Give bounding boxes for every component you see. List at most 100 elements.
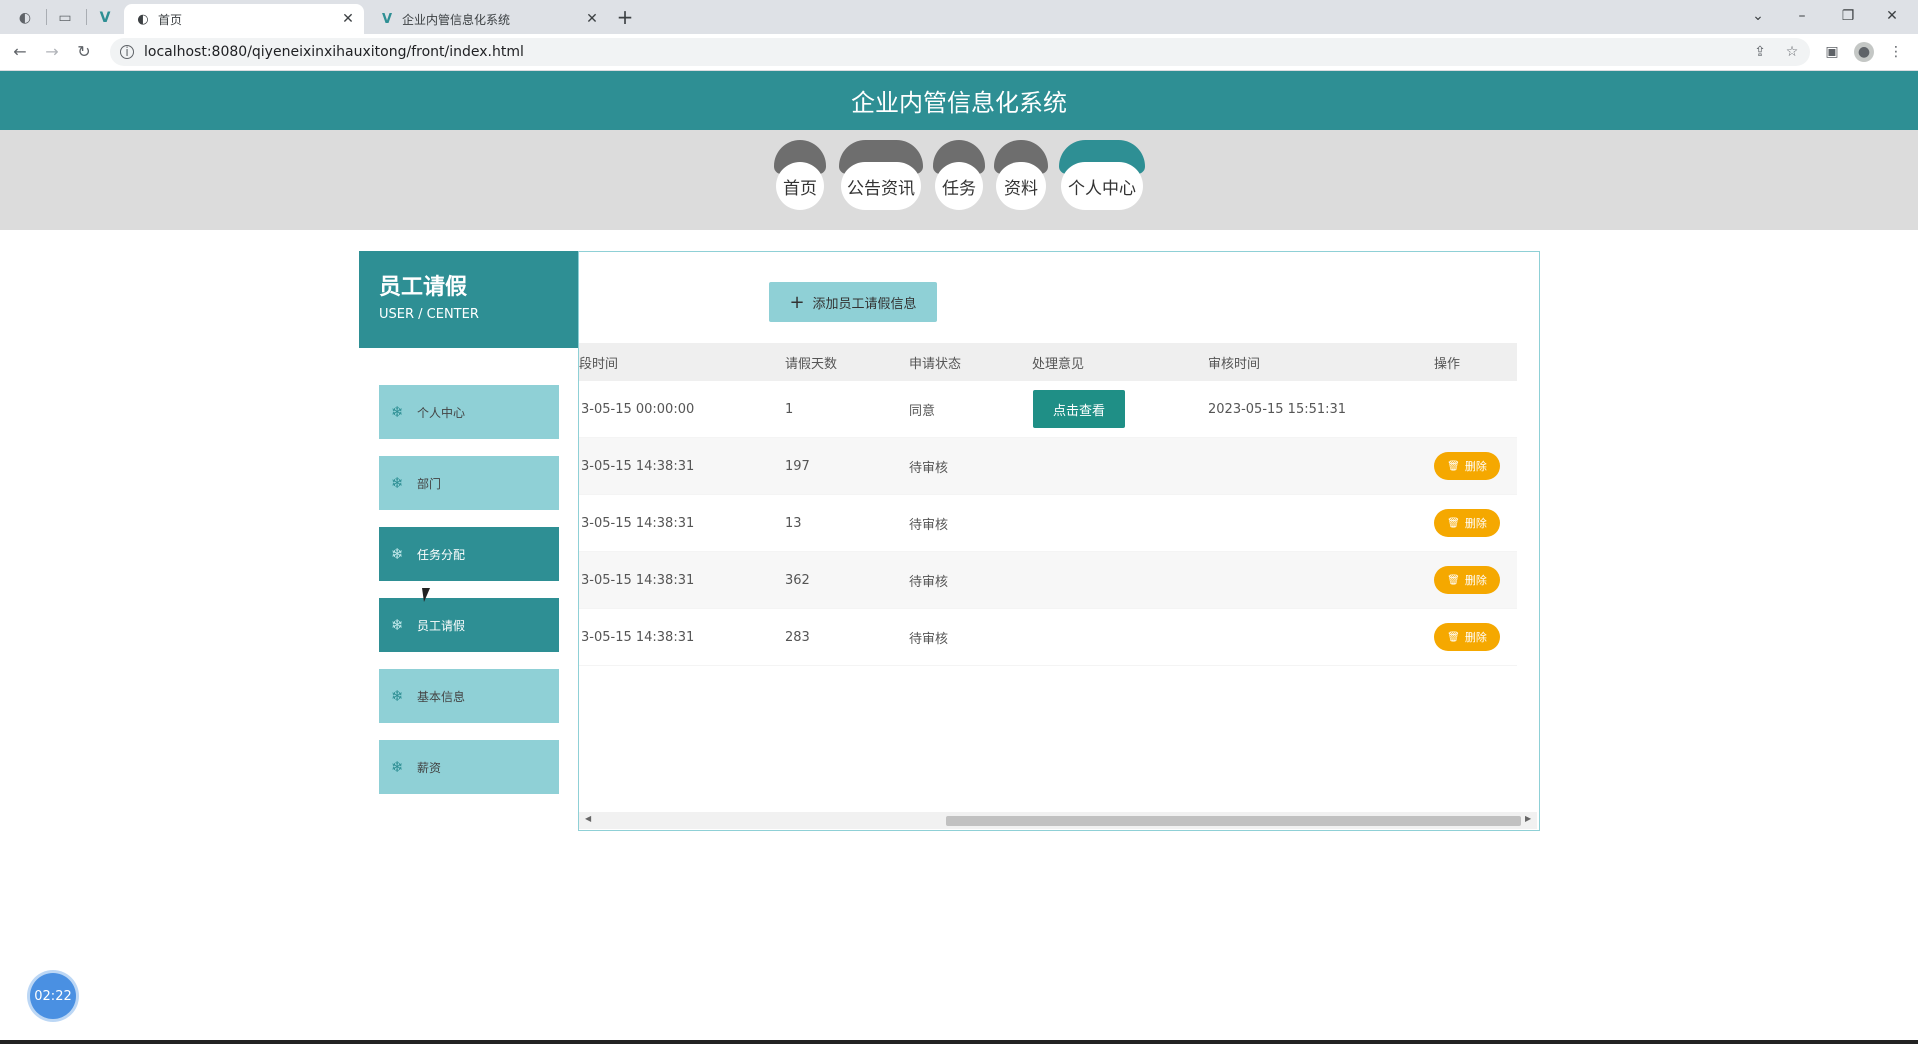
plus-icon: + xyxy=(789,291,805,313)
leave-panel: + 添加员工请假信息 段时间 请假天数 申请状态 处理意见 审核时间 操作 3-… xyxy=(578,251,1540,831)
site-title: 企业内管信息化系统 xyxy=(851,89,1067,117)
cell-days: 13 xyxy=(785,515,802,531)
trash-icon: 🗑 xyxy=(1447,631,1460,643)
nav-item-home[interactable]: 首页 xyxy=(774,140,826,210)
globe-icon: ◐ xyxy=(137,11,149,27)
sidebar-item-task-assignment[interactable]: ❄ 任务分配 xyxy=(379,527,559,581)
table-row: 3-05-15 14:38:31 362 待审核 🗑 删除 xyxy=(579,552,1517,609)
address-bar[interactable]: i localhost:8080/qiyeneixinxihauxitong/f… xyxy=(110,38,1810,66)
delete-button-label: 删除 xyxy=(1464,517,1487,530)
cell-days: 283 xyxy=(785,629,810,645)
new-tab-icon[interactable]: + xyxy=(612,5,638,31)
profile-avatar-icon[interactable]: ● xyxy=(1854,42,1874,62)
tab-search-chevron-icon[interactable]: ⌄ xyxy=(1736,2,1780,30)
cell-time: 3-05-15 14:38:31 xyxy=(581,629,695,645)
restore-icon[interactable]: ❐ xyxy=(1826,2,1870,30)
add-leave-button[interactable]: + 添加员工请假信息 xyxy=(769,282,937,322)
cell-days: 1 xyxy=(785,401,794,417)
cell-status: 待审核 xyxy=(909,574,949,590)
trash-icon: 🗑 xyxy=(1447,460,1460,472)
close-tab-icon[interactable]: ✕ xyxy=(338,11,358,27)
scroll-right-arrow-icon[interactable]: ▶ xyxy=(1525,814,1531,823)
menu-kebab-icon[interactable]: ⋮ xyxy=(1886,42,1906,62)
delete-button[interactable]: 🗑 删除 xyxy=(1434,452,1500,480)
recording-timer: 02:22 xyxy=(30,973,76,1019)
trash-icon: 🗑 xyxy=(1447,574,1460,586)
vue-icon: V xyxy=(381,11,393,27)
sidebar-item-salary[interactable]: ❄ 薪资 xyxy=(379,740,559,794)
sidebar-item-basic-info[interactable]: ❄ 基本信息 xyxy=(379,669,559,723)
cell-action: 🗑 删除 xyxy=(1434,609,1500,665)
sidebar-subtitle: USER / CENTER xyxy=(379,307,479,322)
cell-opinion: 点击查看 xyxy=(1033,381,1125,437)
trash-icon: 🗑 xyxy=(1447,517,1460,529)
table-row: 3-05-15 14:38:31 283 待审核 🗑 删除 xyxy=(579,609,1517,666)
cell-days: 362 xyxy=(785,572,810,588)
leave-table: 段时间 请假天数 申请状态 处理意见 审核时间 操作 3-05-15 00:00… xyxy=(579,343,1517,666)
pinned-tab-vue-icon[interactable]: V xyxy=(90,5,120,31)
tab-title: 企业内管信息化系统 xyxy=(402,12,511,27)
nav-item-personal-center[interactable]: 个人中心 xyxy=(1059,140,1145,210)
delete-button-label: 删除 xyxy=(1464,574,1487,587)
cell-status: 待审核 xyxy=(909,460,949,476)
cell-action: 🗑 删除 xyxy=(1434,495,1500,551)
sidebar-item-department[interactable]: ❄ 部门 xyxy=(379,456,559,510)
column-header: 审核时间 xyxy=(1208,356,1261,372)
delete-button[interactable]: 🗑 删除 xyxy=(1434,566,1500,594)
scrollbar-thumb[interactable] xyxy=(946,816,1521,826)
delete-button-label: 删除 xyxy=(1464,460,1487,473)
reload-icon[interactable]: ↻ xyxy=(72,40,96,64)
delete-button[interactable]: 🗑 删除 xyxy=(1434,509,1500,537)
nav-label: 首页 xyxy=(776,162,824,210)
column-header: 申请状态 xyxy=(909,356,962,372)
browser-tab[interactable]: V 企业内管信息化系统 ✕ xyxy=(368,4,608,34)
sidebar-item-employee-leave[interactable]: ❄ 员工请假 xyxy=(379,598,559,652)
forward-arrow-icon[interactable]: → xyxy=(40,40,64,64)
tab-separator xyxy=(46,9,47,25)
nav-item-tasks[interactable]: 任务 xyxy=(933,140,985,210)
cell-days: 197 xyxy=(785,458,810,474)
nav-label: 资料 xyxy=(996,162,1046,210)
nav-item-materials[interactable]: 资料 xyxy=(994,140,1048,210)
share-icon[interactable]: ⇪ xyxy=(1750,42,1770,62)
browser-toolbar: ← → ↻ i localhost:8080/qiyeneixinxihauxi… xyxy=(0,34,1918,71)
minimize-icon[interactable]: – xyxy=(1780,2,1824,30)
nav-label: 任务 xyxy=(935,162,983,210)
sidebar-item-label: 薪资 xyxy=(417,760,442,775)
sidebar-item-personal-center[interactable]: ❄ 个人中心 xyxy=(379,385,559,439)
pinned-tab-globe-icon[interactable]: ◐ xyxy=(10,5,40,31)
snowflake-icon: ❄ xyxy=(391,403,404,421)
cell-status: 待审核 xyxy=(909,631,949,647)
snowflake-icon: ❄ xyxy=(391,474,404,492)
cell-time: 3-05-15 14:38:31 xyxy=(581,572,695,588)
close-tab-icon[interactable]: ✕ xyxy=(582,11,602,27)
cell-time: 3-05-15 14:38:31 xyxy=(581,515,695,531)
close-window-icon[interactable]: ✕ xyxy=(1870,2,1914,30)
snowflake-icon: ❄ xyxy=(391,758,404,776)
url-text: localhost:8080/qiyeneixinxihauxitong/fro… xyxy=(144,44,524,60)
browser-tab-active[interactable]: ◐ 首页 ✕ xyxy=(124,4,364,34)
sidebar-header: 员工请假 USER / CENTER xyxy=(359,251,578,348)
nav-label: 个人中心 xyxy=(1061,162,1143,210)
delete-button[interactable]: 🗑 删除 xyxy=(1434,623,1500,651)
side-panel-icon[interactable]: ▣ xyxy=(1822,42,1842,62)
pinned-tab-blank-icon[interactable]: ▭ xyxy=(50,5,80,31)
mouse-cursor-icon xyxy=(422,588,432,602)
sidebar-item-label: 部门 xyxy=(417,476,442,491)
scroll-left-arrow-icon[interactable]: ◀ xyxy=(585,814,591,823)
horizontal-scrollbar[interactable]: ◀ ▶ xyxy=(579,812,1537,829)
bookmark-star-icon[interactable]: ☆ xyxy=(1782,42,1802,62)
sidebar-item-label: 个人中心 xyxy=(417,405,466,420)
cell-status: 同意 xyxy=(909,403,936,419)
column-header: 请假天数 xyxy=(785,356,838,372)
nav-item-news[interactable]: 公告资讯 xyxy=(839,140,923,210)
view-opinion-button[interactable]: 点击查看 xyxy=(1033,390,1125,428)
back-arrow-icon[interactable]: ← xyxy=(8,40,32,64)
table-row: 3-05-15 14:38:31 197 待审核 🗑 删除 xyxy=(579,438,1517,495)
tab-separator xyxy=(86,9,87,25)
snowflake-icon: ❄ xyxy=(391,545,404,563)
info-icon[interactable]: i xyxy=(120,45,134,59)
cell-time: 3-05-15 14:38:31 xyxy=(581,458,695,474)
add-leave-button-label: 添加员工请假信息 xyxy=(812,296,917,312)
table-header: 段时间 请假天数 申请状态 处理意见 审核时间 操作 xyxy=(579,343,1517,381)
